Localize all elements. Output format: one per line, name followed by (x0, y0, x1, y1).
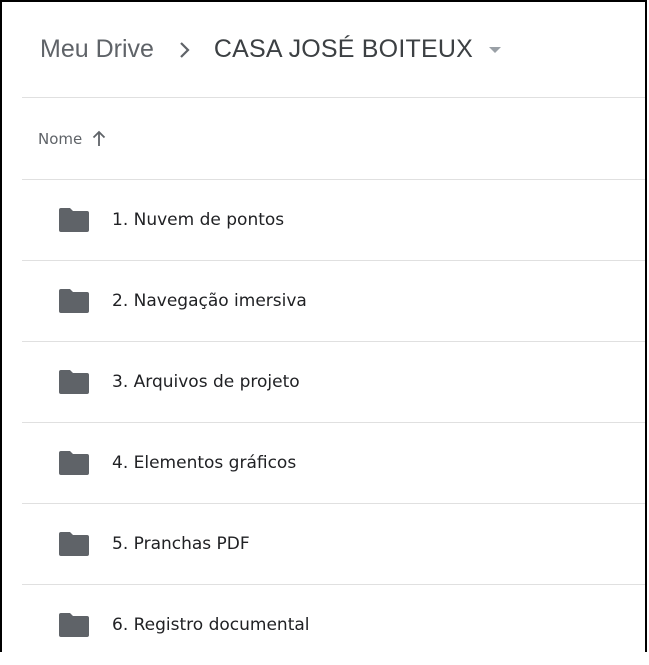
list-item[interactable]: 2. Navegação imersiva (22, 261, 645, 342)
list-item-label: 3. Arquivos de projeto (112, 372, 300, 392)
list-item[interactable]: 3. Arquivos de projeto (22, 342, 645, 423)
folder-icon (58, 288, 90, 314)
drive-panel: Meu Drive CASA JOSÉ BOITEUX Nome 1. Nuve… (0, 0, 647, 652)
list-item-label: 5. Pranchas PDF (112, 534, 250, 554)
column-header-row: Nome (22, 98, 645, 180)
caret-down-icon[interactable] (487, 45, 503, 55)
list-item[interactable]: 6. Registro documental (22, 585, 645, 665)
breadcrumb-root-my-drive[interactable]: Meu Drive (22, 35, 154, 64)
list-item-label: 6. Registro documental (112, 615, 310, 635)
file-list: 1. Nuvem de pontos 2. Navegação imersiva… (22, 180, 645, 665)
folder-icon (58, 531, 90, 557)
column-header-name[interactable]: Nome (22, 130, 82, 148)
folder-icon (58, 450, 90, 476)
list-item-label: 1. Nuvem de pontos (112, 210, 285, 230)
breadcrumb-current-folder[interactable]: CASA JOSÉ BOITEUX (214, 35, 473, 64)
list-item[interactable]: 5. Pranchas PDF (22, 504, 645, 585)
arrow-up-icon[interactable] (92, 130, 106, 148)
list-item[interactable]: 4. Elementos gráficos (22, 423, 645, 504)
list-item[interactable]: 1. Nuvem de pontos (22, 180, 645, 261)
list-item-label: 4. Elementos gráficos (112, 453, 297, 473)
breadcrumb: Meu Drive CASA JOSÉ BOITEUX (22, 2, 645, 98)
chevron-right-icon (178, 40, 192, 60)
folder-icon (58, 369, 90, 395)
list-item-label: 2. Navegação imersiva (112, 291, 307, 311)
folder-icon (58, 612, 90, 638)
folder-icon (58, 207, 90, 233)
